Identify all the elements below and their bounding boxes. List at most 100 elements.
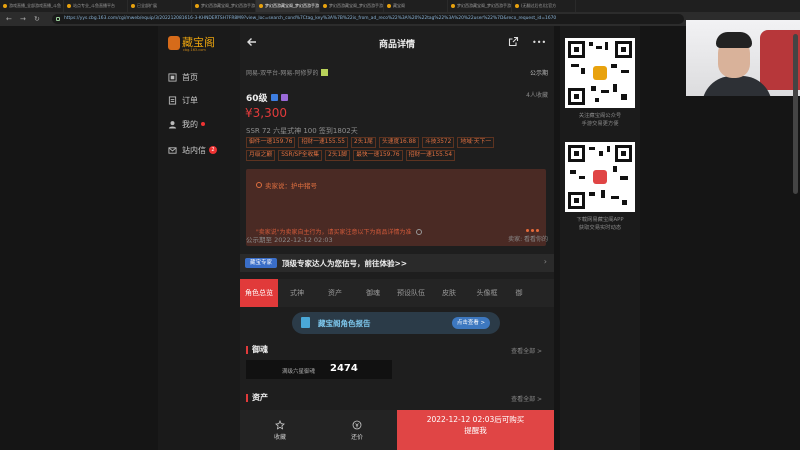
detail-tabs: 角色总览 式神 资产 御魂 预设队伍 皮肤 头像框 御 [240, 279, 554, 307]
expert-appraisal-banner[interactable]: 藏宝专家 顶级专家达人为您估号，前往体验>> › [240, 254, 554, 272]
site-favicon-icon [387, 4, 391, 8]
browser-tab[interactable]: 梦幻西游藏宝阁_梦幻西游手游 [448, 0, 512, 12]
lock-icon [56, 17, 60, 21]
star-icon [275, 419, 285, 430]
bargain-button[interactable]: 还价 [332, 414, 382, 446]
webcam-overlay [686, 20, 800, 96]
highlight-tag: 招财一速155.55 [298, 137, 348, 148]
app-download-qr-code [565, 142, 635, 212]
qr-caption: 关注藏宝阁公众号 手游交易更方便 [578, 113, 622, 127]
reload-icon[interactable]: ↻ [34, 15, 40, 23]
sidebar-item-home[interactable]: 首页 [168, 71, 198, 83]
qr-caption: 下载网易藏宝阁APP 获取交易实时动态 [576, 217, 624, 231]
highlight-tag: SSR/SP全收集 [278, 150, 323, 161]
sidebar-item-mine[interactable]: 我的 [168, 118, 205, 130]
message-count-badge: 2 [209, 146, 217, 154]
view-all-link[interactable]: 查看全部 > [511, 346, 542, 355]
tab-avatar-frames[interactable]: 头像框 [468, 279, 506, 307]
site-favicon-icon [451, 4, 455, 8]
wechat-qr-code [565, 38, 635, 108]
more-menu-icon[interactable]: ••• [532, 39, 546, 47]
highlight-tags: 御件一速159.76 招财一速155.55 2头1尾 头速度16.88 斗技35… [246, 137, 518, 161]
browser-tab[interactable]: 梦幻西游藏宝阁_梦幻西游手游 [320, 0, 384, 12]
breadcrumb: 网易-双平台-网易-阿修罗的 [246, 68, 328, 77]
help-icon[interactable] [416, 229, 423, 235]
seller-note: 卖家: 看看你的 [508, 236, 548, 243]
highlight-tag: 2头1脚 [325, 150, 351, 161]
page-title: 商品详情 [378, 40, 415, 50]
view-report-button[interactable]: 点击查看 > [452, 317, 490, 329]
highlight-tag: 最快一速159.76 [353, 150, 403, 161]
highlight-tag: 御件一速159.76 [246, 137, 296, 148]
site-favicon-icon [323, 4, 327, 8]
mail-icon [168, 146, 177, 154]
notification-dot [201, 122, 205, 126]
tab-overview[interactable]: 角色总览 [240, 279, 278, 307]
sidebar-item-messages[interactable]: 站内信 2 [168, 144, 217, 156]
role-report-banner[interactable]: 藏宝阁角色报告 点击查看 > [292, 312, 500, 334]
page-scrollbar[interactable] [793, 34, 798, 194]
tab-assets[interactable]: 资产 [316, 279, 354, 307]
qr-code-column: 关注藏宝阁公众号 手游交易更方便 下载网易藏宝阁APP 获取交易实时动态 [560, 26, 640, 450]
tab-yuhun[interactable]: 御魂 [354, 279, 392, 307]
logo-icon [168, 36, 180, 50]
browser-tab[interactable]: 站点专业_斗鱼直播平台 [64, 0, 128, 12]
forward-arrow-icon[interactable]: → [20, 15, 26, 23]
bottom-action-bar: 收藏 还价 2022-12-12 02:03后可购买 提醒我 [240, 410, 554, 450]
highlight-tag: 月级之巅 [246, 150, 276, 161]
browser-tab[interactable]: 梦幻西游藏宝阁_梦幻西游手游 [192, 0, 256, 12]
user-icon [168, 120, 177, 129]
expert-tag: 藏宝专家 [245, 258, 277, 268]
detail-header: 商品详情 ••• [240, 34, 554, 52]
publicity-time: 公示期至 2022-12-12 02:03 [246, 236, 333, 244]
bargain-icon [352, 420, 362, 429]
report-icon [301, 317, 310, 328]
site-favicon-icon [515, 4, 519, 8]
view-all-link[interactable]: 查看全部 > [511, 394, 542, 403]
browser-tab-active[interactable]: 梦幻西游藏宝阁_梦幻西游手游 [256, 0, 320, 12]
price: ¥3,300 [245, 106, 287, 120]
level-label: 60级 [246, 91, 288, 104]
address-bar: ← → ↻ https://yys.cbg.163.com/cgi/mweb/e… [0, 12, 800, 26]
sidebar [158, 26, 240, 450]
tab-preset-teams[interactable]: 预设队伍 [392, 279, 430, 307]
highlight-tag: 斗技3572 [421, 137, 455, 148]
cbg-logo-icon [593, 66, 607, 80]
seller-says-title: 卖家说： 护中猪号 [256, 180, 317, 190]
browser-tab-bar: 游戏直播_全部游戏直播_斗鱼 站点专业_斗鱼直播平台 已全部扩展 梦幻西游藏宝阁… [0, 0, 800, 12]
section-title-assets: 资产 [246, 394, 268, 402]
section-title-yuhun: 御魂 [246, 346, 268, 354]
back-arrow-icon[interactable]: ← [6, 15, 12, 23]
speech-icon [256, 182, 262, 188]
favorite-count: 4人收藏 [526, 92, 548, 99]
attribute-summary: SSR 72 六星式神 100 签到1802天 [246, 127, 358, 135]
yuhun-stat: 满级六星御魂 2474 [246, 360, 392, 379]
highlight-tag: 头速度16.88 [378, 137, 419, 148]
site-favicon-icon [3, 4, 7, 8]
browser-tab[interactable]: (无翻过后也)比官方 [512, 0, 576, 12]
favorite-button[interactable]: 收藏 [255, 414, 305, 446]
site-favicon-icon [67, 4, 71, 8]
status-badge: 公示期 [529, 70, 548, 77]
tag-icon [280, 94, 288, 101]
highlight-tag: 地域·天下一 [457, 137, 495, 148]
remind-me-button[interactable]: 2022-12-12 02:03后可购买 提醒我 [397, 410, 554, 450]
tab-skins[interactable]: 皮肤 [430, 279, 468, 307]
highlight-tag: 2头1尾 [350, 137, 376, 148]
site-favicon-icon [259, 4, 263, 8]
url-field[interactable]: https://yys.cbg.163.com/cgi/mweb/equip/3… [52, 14, 684, 24]
app-logo-icon [593, 170, 607, 184]
highlight-tag: 招财一速155.54 [405, 150, 456, 161]
product-detail-panel: 商品详情 ••• 网易-双平台-网易-阿修罗的 公示期 60级 4人收藏 ¥3,… [240, 26, 554, 450]
browser-tab[interactable]: 游戏直播_全部游戏直播_斗鱼 [0, 0, 64, 12]
home-icon [168, 72, 177, 82]
browser-tab[interactable]: 藏宝阁 [384, 0, 448, 12]
expand-dots-icon[interactable] [526, 229, 539, 232]
sidebar-item-orders[interactable]: 订单 [168, 94, 198, 106]
browser-tab[interactable]: 已全部扩展 [128, 0, 192, 12]
server-icon [320, 69, 328, 76]
tab-shikigami[interactable]: 式神 [278, 279, 316, 307]
tab-more[interactable]: 御 [506, 279, 532, 307]
share-icon[interactable] [508, 36, 519, 47]
site-favicon-icon [131, 4, 135, 8]
